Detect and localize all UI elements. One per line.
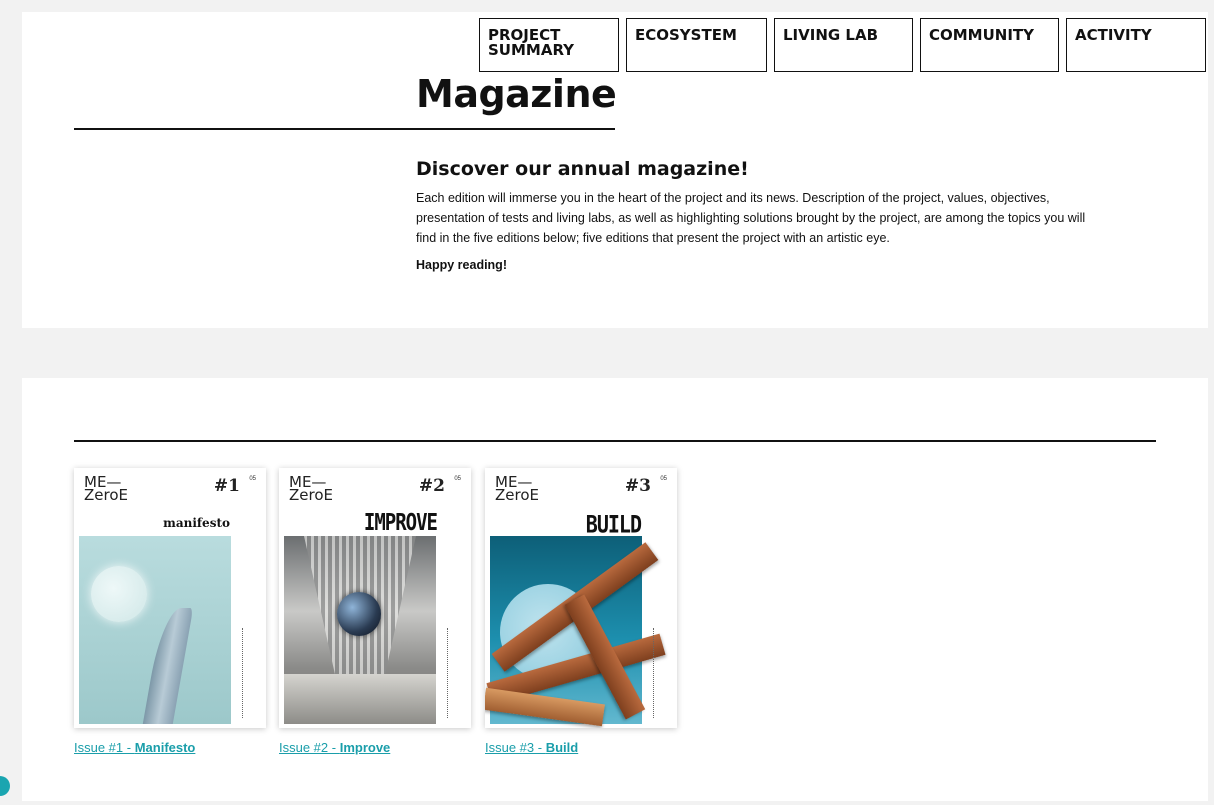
cover-issue-total: 05: [454, 476, 461, 482]
cover-side-text: [447, 628, 449, 718]
issue-3-link[interactable]: Issue #3 - Build: [485, 740, 677, 755]
intro-subtitle: Discover our annual magazine!: [416, 158, 749, 180]
cover-title: IMPROVE: [363, 509, 438, 537]
issue-1-cover[interactable]: ME— ZeroE #1 05 manifesto: [74, 468, 266, 728]
issue-card-2: ME— ZeroE #2 05 IMPROVE Issue #2 - Improv…: [279, 468, 471, 755]
issue-card-3: ME— ZeroE #3 05 BUILD Issue #3 - Build: [485, 468, 677, 755]
nav-project-summary[interactable]: PROJECT SUMMARY: [479, 18, 619, 72]
cover-issue-number: #1: [213, 476, 240, 496]
issue-2-link[interactable]: Issue #2 - Improve: [279, 740, 471, 755]
cover-brand: ME— ZeroE: [84, 473, 128, 504]
intro-closing: Happy reading!: [416, 258, 507, 272]
cover-issue-number: #2: [418, 476, 445, 496]
nav-ecosystem[interactable]: ECOSYSTEM: [626, 18, 767, 72]
main-nav: PROJECT SUMMARY ECOSYSTEM LIVING LAB COM…: [479, 18, 1206, 72]
nav-activity[interactable]: ACTIVITY: [1066, 18, 1206, 72]
issue-card-1: ME— ZeroE #1 05 manifesto Issue #1 - Mani…: [74, 468, 266, 755]
cover-brand: ME— ZeroE: [495, 473, 539, 504]
issues-divider: [74, 440, 1156, 442]
cover-side-text: [653, 628, 655, 718]
nav-community[interactable]: COMMUNITY: [920, 18, 1059, 72]
nav-living-lab[interactable]: LIVING LAB: [774, 18, 913, 72]
cover-side-text: [242, 628, 244, 718]
cover-issue-number: #3: [624, 476, 651, 496]
intro-description: Each edition will immerse you in the hea…: [416, 191, 1086, 245]
cover-title: manifesto: [163, 516, 230, 530]
cover-brand: ME— ZeroE: [289, 473, 333, 504]
cover-title: BUILD: [585, 509, 642, 539]
issue-3-cover[interactable]: ME— ZeroE #3 05 BUILD: [485, 468, 677, 728]
cover-issue-total: 05: [249, 476, 256, 482]
cover-issue-total: 05: [660, 476, 667, 482]
side-tab-icon[interactable]: [0, 776, 10, 796]
cover-artwork: [284, 536, 436, 724]
issue-1-link[interactable]: Issue #1 - Manifesto: [74, 740, 266, 755]
cover-artwork: [79, 536, 231, 724]
cover-artwork: [485, 536, 666, 727]
issue-2-cover[interactable]: ME— ZeroE #2 05 IMPROVE: [279, 468, 471, 728]
title-divider: [74, 128, 615, 130]
page-title: Magazine: [416, 72, 617, 116]
